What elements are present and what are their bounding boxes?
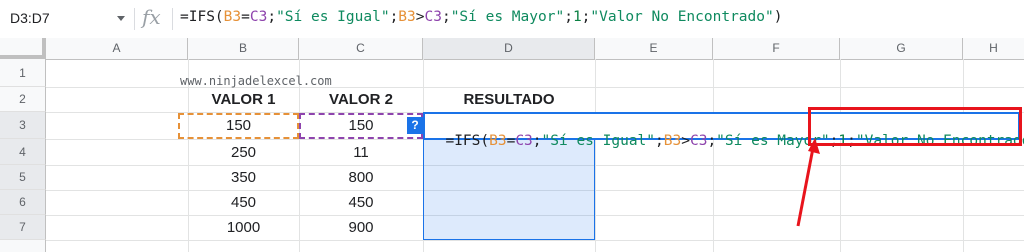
function-icon: fx	[142, 5, 161, 29]
cell-c6[interactable]: 450	[299, 194, 423, 211]
cell-b3[interactable]: 150	[178, 113, 299, 139]
column-header-e[interactable]: E	[595, 38, 713, 59]
formula-token: ;	[532, 133, 542, 149]
annotation-highlight-box	[808, 107, 1022, 146]
select-all-corner[interactable]	[0, 38, 46, 59]
formula-token: B3	[223, 9, 242, 25]
cell-b7[interactable]: 1000	[188, 219, 299, 236]
row-header-3[interactable]: 3	[0, 112, 46, 139]
row-header-2[interactable]: 2	[0, 87, 46, 112]
formula-token: ;	[707, 133, 717, 149]
row-header-7[interactable]: 7	[0, 215, 46, 240]
column-header-bar: A B C D E F G H	[0, 38, 1024, 60]
formula-bar: D3:D7 fx =IFS(B3=C3;"Sí es Igual";B3>C3;…	[0, 0, 1024, 39]
header-valor-1[interactable]: VALOR 1	[188, 91, 299, 108]
cell-c3[interactable]: 150	[299, 113, 423, 139]
column-header-h[interactable]: H	[963, 38, 1024, 59]
formula-token: =	[241, 9, 250, 25]
formula-token: >	[415, 9, 425, 25]
watermark-text: www.ninjadelexcel.com	[180, 74, 332, 88]
column-header-c[interactable]: C	[299, 38, 423, 59]
formula-token: C3	[249, 9, 268, 25]
cell-c4[interactable]: 11	[299, 144, 423, 161]
formula-token: ;	[267, 9, 277, 25]
column-header-f[interactable]: F	[713, 38, 840, 59]
cell-c5[interactable]: 800	[299, 169, 423, 186]
divider	[134, 8, 135, 30]
formula-token: B3	[398, 9, 416, 25]
formula-token: "Sí es Igual"	[541, 133, 656, 149]
column-header-b[interactable]: B	[188, 38, 299, 59]
formula-token: C3	[689, 133, 708, 149]
cell-b6[interactable]: 450	[188, 194, 299, 211]
divider	[172, 8, 173, 30]
column-header-d[interactable]: D	[423, 38, 595, 59]
row-header-6[interactable]: 6	[0, 190, 46, 215]
formula-token: 1	[572, 9, 582, 25]
row-header-8[interactable]	[0, 240, 46, 252]
header-resultado[interactable]: RESULTADO	[423, 91, 595, 108]
formula-token: C3	[424, 9, 442, 25]
header-valor-2[interactable]: VALOR 2	[299, 91, 423, 108]
formula-token: B3	[663, 133, 682, 149]
formula-token: >	[681, 133, 690, 149]
row-header-4[interactable]: 4	[0, 139, 46, 165]
row-header-5[interactable]: 5	[0, 165, 46, 190]
formula-token: =IFS(	[445, 133, 490, 149]
formula-token: ;	[564, 9, 573, 25]
cell-c7[interactable]: 900	[299, 219, 423, 236]
name-box[interactable]: D3:D7	[0, 0, 130, 38]
formula-token: "Sí es Igual"	[276, 9, 390, 25]
formula-token: ;	[389, 9, 399, 25]
formula-token: ;	[441, 9, 451, 25]
formula-token: "Valor No Encontrado"	[590, 9, 774, 25]
formula-input[interactable]: =IFS(B3=C3;"Sí es Igual";B3>C3;"Sí es Ma…	[180, 9, 782, 25]
grid-line	[46, 240, 1024, 241]
chevron-down-icon[interactable]	[117, 16, 125, 21]
cell-b5[interactable]: 350	[188, 169, 299, 186]
formula-token: )	[773, 9, 783, 25]
name-box-value[interactable]: D3:D7	[10, 10, 50, 26]
formula-token: "Sí es Mayor"	[450, 9, 565, 25]
formula-token: B3	[489, 133, 507, 149]
annotation-arrow-icon	[796, 138, 820, 227]
formula-token: ;	[655, 133, 664, 149]
cell-b4[interactable]: 250	[188, 144, 299, 161]
formula-help-button[interactable]: ?	[407, 117, 423, 134]
column-header-g[interactable]: G	[840, 38, 963, 59]
formula-token: C3	[515, 133, 533, 149]
row-header-1[interactable]: 1	[0, 59, 46, 87]
column-header-a[interactable]: A	[46, 38, 188, 59]
formula-token: =IFS(	[180, 9, 224, 25]
